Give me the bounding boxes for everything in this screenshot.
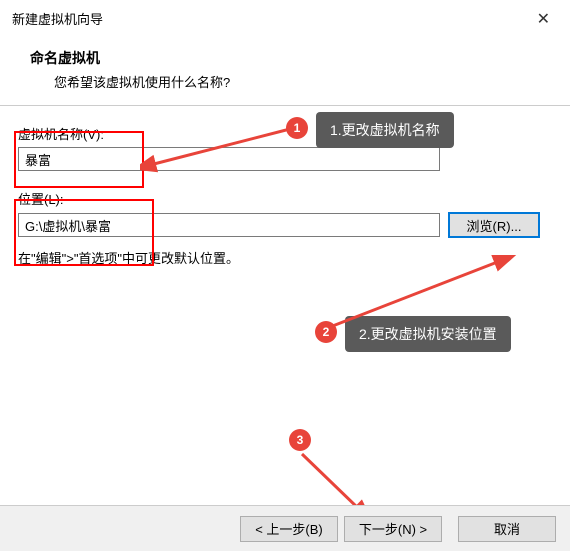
vm-name-label: 虚拟机名称(V): [18,124,552,143]
titlebar: 新建虚拟机向导 ✕ [0,0,570,38]
page-title: 命名虚拟机 [30,48,550,68]
location-label: 位置(L): [18,189,552,208]
preferences-hint: 在"编辑">"首选项"中可更改默认位置。 [18,248,552,267]
cancel-button[interactable]: 取消 [458,516,556,542]
next-button[interactable]: 下一步(N) > [344,516,442,542]
page-subtitle: 您希望该虚拟机使用什么名称? [30,72,550,91]
annotation-label-2: 2.更改虚拟机安装位置 [345,316,511,352]
wizard-header: 命名虚拟机 您希望该虚拟机使用什么名称? [0,38,570,106]
browse-button[interactable]: 浏览(R)... [448,212,540,238]
annotation-badge-2: 2 [315,321,337,343]
annotation-badge-1: 1 [286,117,308,139]
window-title: 新建虚拟机向导 [12,9,103,28]
wizard-footer: < 上一步(B) 下一步(N) > 取消 [0,505,570,551]
location-input[interactable] [18,213,440,237]
back-button[interactable]: < 上一步(B) [240,516,338,542]
annotation-label-1: 1.更改虚拟机名称 [316,112,454,148]
content-area: 虚拟机名称(V): 位置(L): 浏览(R)... 在"编辑">"首选项"中可更… [0,106,570,267]
close-icon[interactable]: ✕ [529,9,558,29]
vm-name-input[interactable] [18,147,440,171]
annotation-badge-3: 3 [289,429,311,451]
